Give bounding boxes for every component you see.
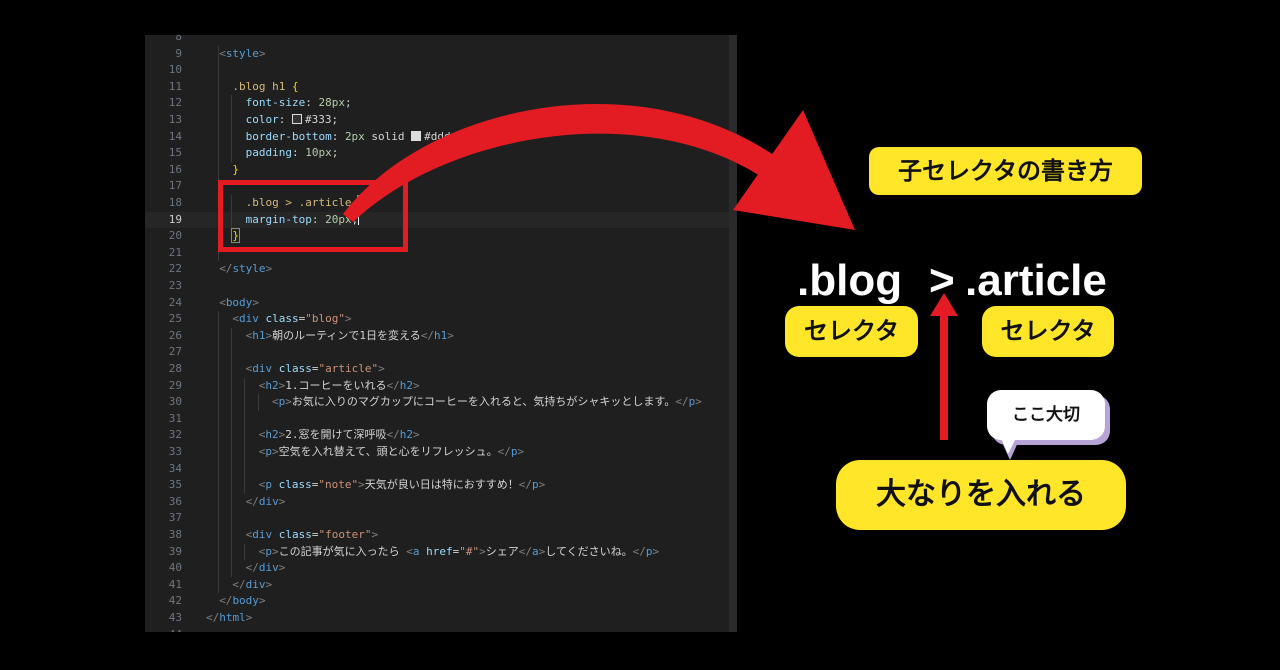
- speech-bubble: ここ大切: [987, 390, 1105, 440]
- selector-label-right: セレクタ: [982, 306, 1114, 357]
- curved-arrow-body: [343, 103, 800, 222]
- up-arrow-shaft: [940, 313, 948, 440]
- selector-right-text: .article: [965, 256, 1107, 305]
- main-message-label: 大なりを入れる: [836, 460, 1126, 530]
- selector-left-text: .blog: [797, 256, 903, 305]
- selector-label-left: セレクタ: [785, 306, 918, 357]
- combinator-text: >: [929, 256, 955, 305]
- speech-bubble-tail-inner: [1000, 436, 1017, 454]
- title-label: 子セレクタの書き方: [869, 147, 1142, 195]
